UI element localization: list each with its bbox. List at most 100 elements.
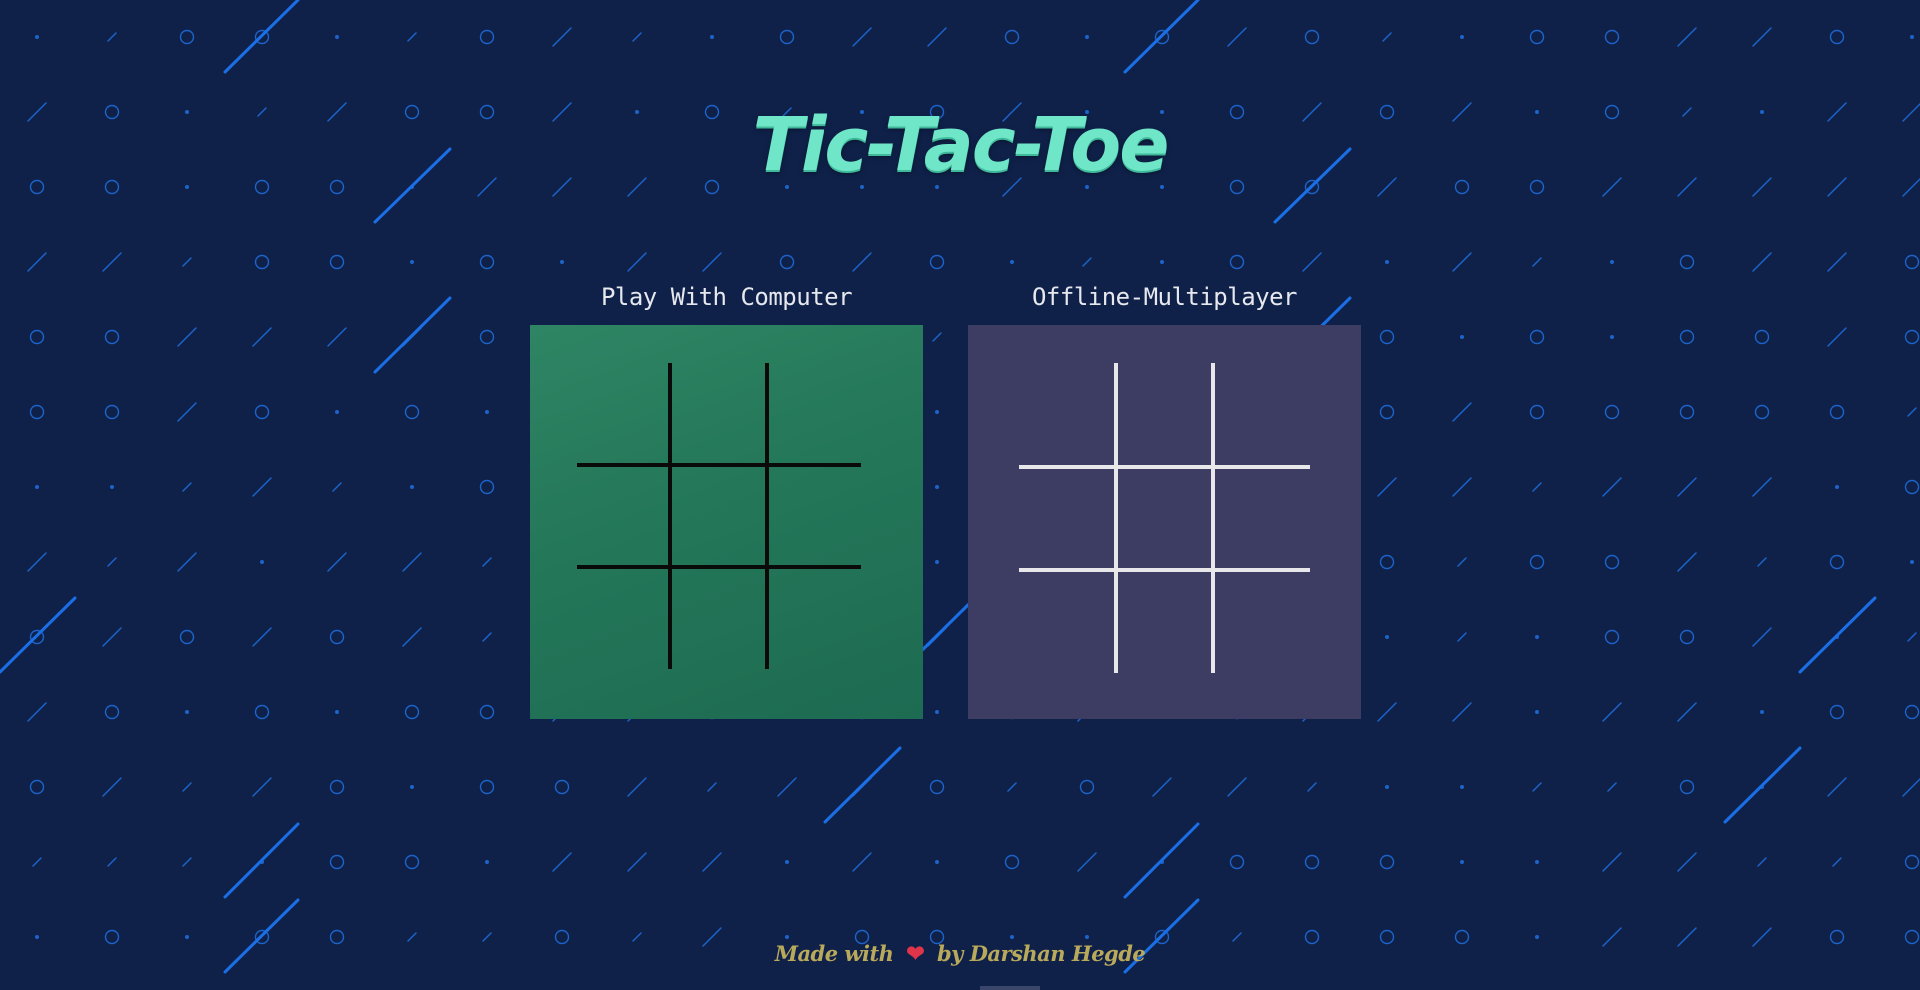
pattern-mark — [552, 852, 572, 872]
pattern-mark — [779, 29, 795, 45]
pattern-streak — [223, 822, 300, 899]
pattern-mark — [182, 482, 192, 492]
pattern-mark — [182, 257, 192, 267]
scroll-indicator — [980, 986, 1040, 990]
pattern-mark — [1460, 785, 1464, 789]
pattern-mark — [1902, 777, 1920, 797]
pattern-mark — [1602, 477, 1622, 497]
pattern-mark — [102, 252, 122, 272]
pattern-mark — [27, 252, 47, 272]
pattern-mark — [254, 254, 270, 270]
pattern-mark — [102, 777, 122, 797]
pattern-mark — [1827, 252, 1847, 272]
pattern-mark — [1302, 252, 1322, 272]
pattern-streak — [1123, 822, 1200, 899]
pattern-mark — [1752, 252, 1772, 272]
footer-suffix: by Darshan Hegde — [937, 941, 1146, 966]
pattern-mark — [482, 632, 492, 642]
pattern-mark — [35, 935, 39, 939]
pattern-mark — [1679, 779, 1695, 795]
pattern-mark — [1004, 29, 1020, 45]
grid-icon — [1019, 363, 1310, 673]
pattern-mark — [1679, 404, 1695, 420]
pattern-mark — [410, 785, 414, 789]
pattern-mark — [935, 560, 939, 564]
pattern-mark — [1904, 254, 1920, 270]
pattern-mark — [252, 477, 272, 497]
pattern-mark — [1610, 335, 1614, 339]
pattern-mark — [785, 935, 789, 939]
pattern-mark — [935, 860, 939, 864]
pattern-mark — [32, 857, 42, 867]
pattern-mark — [27, 702, 47, 722]
offline-multiplayer-card[interactable]: Offline-Multiplayer — [968, 277, 1361, 719]
pattern-mark — [182, 857, 192, 867]
pattern-streak — [1123, 0, 1200, 74]
pattern-mark — [1460, 335, 1464, 339]
pattern-mark — [1529, 329, 1545, 345]
pattern-mark — [329, 779, 345, 795]
pattern-mark — [329, 854, 345, 870]
pattern-mark — [1232, 932, 1242, 942]
pattern-mark — [560, 260, 564, 264]
pattern-mark — [1079, 779, 1095, 795]
pattern-mark — [485, 860, 489, 864]
pattern-mark — [252, 627, 272, 647]
pattern-mark — [1604, 404, 1620, 420]
pattern-mark — [1535, 860, 1539, 864]
pattern-mark — [479, 329, 495, 345]
footer-prefix: Made with — [774, 941, 894, 966]
pattern-mark — [1457, 557, 1467, 567]
pattern-mark — [1229, 254, 1245, 270]
page-title: Tic-Tac-Toe — [752, 102, 1170, 188]
pattern-mark — [260, 560, 264, 564]
pattern-mark — [1679, 629, 1695, 645]
pattern-mark — [107, 857, 117, 867]
play-with-computer-board[interactable] — [530, 325, 923, 719]
pattern-mark — [479, 779, 495, 795]
pattern-mark — [1829, 554, 1845, 570]
pattern-mark — [1082, 257, 1092, 267]
pattern-mark — [932, 332, 942, 342]
pattern-mark — [935, 710, 939, 714]
pattern-mark — [104, 704, 120, 720]
pattern-mark — [777, 777, 797, 797]
pattern-mark — [632, 32, 642, 42]
offline-multiplayer-board[interactable] — [968, 325, 1361, 719]
offline-multiplayer-label[interactable]: Offline-Multiplayer — [968, 277, 1361, 325]
pattern-mark — [1304, 854, 1320, 870]
pattern-mark — [1529, 554, 1545, 570]
pattern-mark — [252, 777, 272, 797]
pattern-mark — [1529, 29, 1545, 45]
pattern-mark — [1604, 629, 1620, 645]
heart-icon: ❤ — [906, 941, 925, 967]
pattern-mark — [1607, 782, 1617, 792]
pattern-mark — [852, 252, 872, 272]
pattern-streak — [1798, 596, 1877, 674]
pattern-mark — [1535, 710, 1539, 714]
pattern-mark — [1827, 327, 1847, 347]
pattern-mark — [1382, 32, 1392, 42]
pattern-mark — [1832, 857, 1842, 867]
pattern-mark — [702, 252, 722, 272]
grid-icon — [577, 363, 861, 669]
pattern-mark — [1307, 782, 1317, 792]
pattern-mark — [407, 932, 417, 942]
pattern-mark — [785, 860, 789, 864]
pattern-mark — [1004, 854, 1020, 870]
pattern-mark — [1532, 257, 1542, 267]
pattern-mark — [104, 404, 120, 420]
pattern-mark — [1677, 702, 1697, 722]
pattern-mark — [104, 329, 120, 345]
pattern-mark — [177, 402, 197, 422]
pattern-streak — [823, 746, 902, 824]
pattern-mark — [852, 852, 872, 872]
play-with-computer-card[interactable]: Play With Computer — [530, 277, 923, 719]
pattern-mark — [1077, 852, 1097, 872]
pattern-mark — [1385, 260, 1389, 264]
pattern-mark — [327, 327, 347, 347]
pattern-mark — [335, 710, 339, 714]
play-with-computer-label[interactable]: Play With Computer — [530, 277, 923, 325]
pattern-mark — [404, 854, 420, 870]
pattern-mark — [254, 704, 270, 720]
